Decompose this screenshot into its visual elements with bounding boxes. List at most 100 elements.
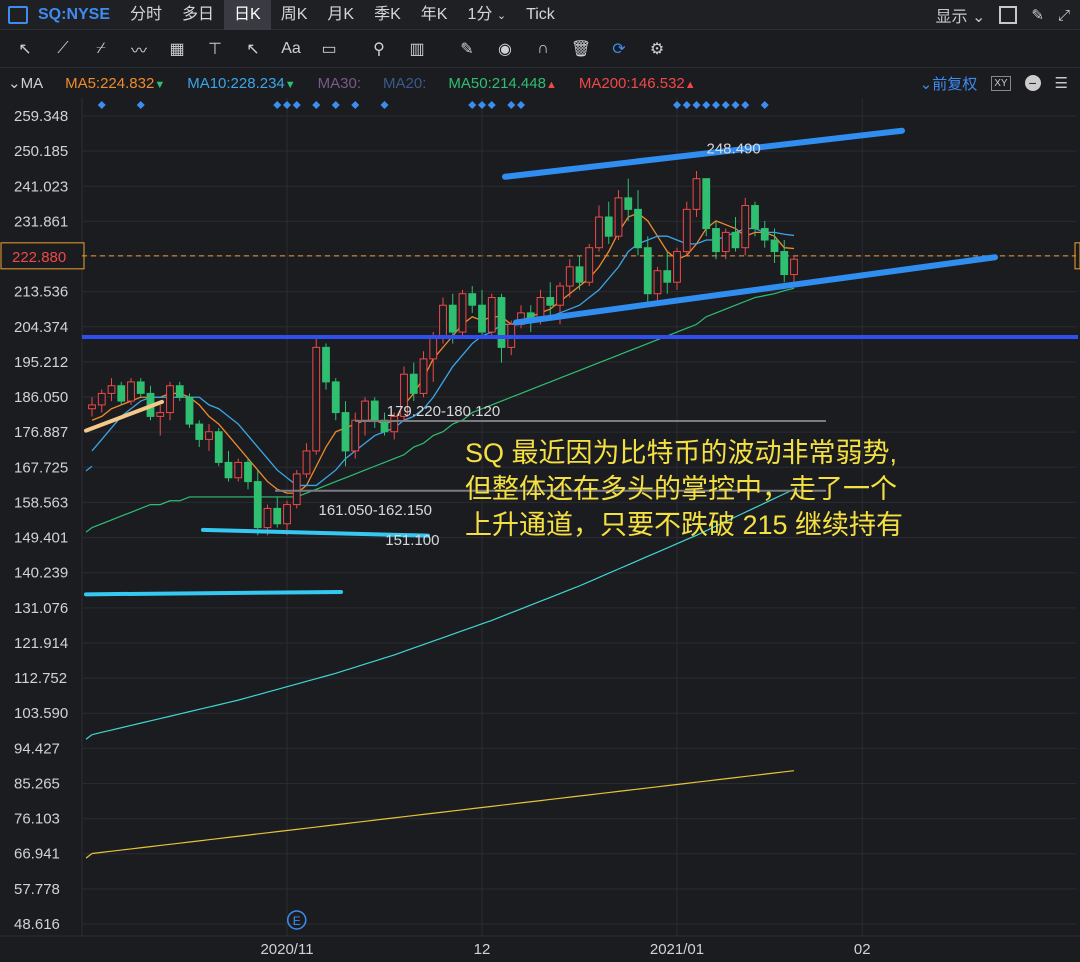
display-menu[interactable]: 显示 ⌄ [936,3,986,27]
tab-period-5[interactable]: 季K [364,0,411,30]
ma-line-ext [85,734,93,740]
candle-body [468,293,477,306]
magnet-icon[interactable]: ∩ [530,36,556,62]
y-tick-label: 121.914 [14,635,68,652]
y-tick-label: 213.536 [14,284,68,301]
tab-period-2[interactable]: 日K [224,0,271,30]
ma-legend-value: MA10:228.234 [187,74,285,92]
candle-body [624,197,633,210]
comment-tool-icon[interactable]: ▭ [316,36,342,62]
eye-icon[interactable]: ◉ [492,36,518,62]
line-tool-icon[interactable]: ⟋ [50,36,76,62]
minute-select[interactable]: 1分 ⌄ [457,0,516,30]
signal-diamond [760,101,769,109]
y-tick-label: 250.185 [14,143,68,160]
candle-body [302,450,311,475]
candle-body [88,404,96,410]
signal-diamond [273,101,282,109]
symbol-title[interactable]: SQ:NYSE [38,6,110,24]
x-tick-label: 2020/11 [260,941,313,958]
tab-period-3[interactable]: 周K [271,0,318,30]
adjust-select[interactable]: ⌄前复权 [920,73,978,94]
candle-body [653,270,662,295]
candle-body [185,396,194,425]
candle-body [166,385,174,414]
hline-tool-icon[interactable]: ⊤ [202,36,228,62]
y-tick-label: 241.023 [14,178,68,195]
tab-period-4[interactable]: 月K [317,0,364,30]
tick-tab[interactable]: Tick [516,0,565,30]
candle-body [575,266,584,283]
price-level-label: 179.220-180.120 [387,403,500,420]
candle-body [760,228,769,241]
candle-body [341,412,350,452]
text-tool-icon[interactable]: Aa [278,36,304,62]
candle-body [682,208,691,253]
gear-icon[interactable]: ⚙ [644,36,670,62]
trash-icon[interactable]: 🗑 [568,36,594,62]
y-tick-label: 204.374 [14,319,68,336]
signal-diamond [741,101,750,109]
wave-tool-icon[interactable]: 〰 [126,36,152,62]
menu-icon[interactable]: ☰ [1055,74,1068,92]
sidebar-toggle-icon[interactable] [8,5,28,24]
xy-icon[interactable]: XY [991,75,1011,91]
candle-body [487,297,496,333]
pen-icon[interactable]: ✎ [454,36,480,62]
candle-body [614,197,623,237]
candle-body [283,504,291,525]
ma-legend-item[interactable]: MA200:146.532▲ [579,75,696,92]
minus-circle-icon[interactable]: − [1024,75,1041,91]
channel-tool-icon[interactable]: ⌿ [88,36,114,62]
fullscreen-icon[interactable]: ⤢ [1058,7,1070,24]
ma-toggle[interactable]: ⌄MA [8,74,43,92]
signal-diamond [517,101,525,109]
signal-diamond [97,101,106,109]
candle-body [253,481,262,529]
candle-body [107,385,116,394]
ma-legend-item[interactable]: MA10:228.234▼ [187,75,295,92]
ma-legend-item[interactable]: MA30: [318,75,361,92]
indicator-icon[interactable]: ▥ [404,36,430,62]
candle-body [312,346,321,452]
ma-legend-item[interactable]: MA20: [383,75,426,92]
ma-legend-value: MA200:146.532 [578,74,685,92]
square-select-icon[interactable] [999,6,1018,24]
cursor-icon[interactable]: ↖ [12,36,38,62]
candle-body [663,270,672,283]
x-tick-label: 12 [474,941,491,958]
fib-tool-icon[interactable]: ▦ [164,36,190,62]
candle-body [497,297,506,348]
candle-body [331,381,340,414]
candle-body [790,258,798,276]
price-level-label: 248.490 [707,141,761,158]
candle-body [322,346,330,383]
signal-diamond [380,101,389,109]
candle-body [351,419,360,452]
annotation-text-line: SQ 最近因为比特币的波动非常弱势, [465,438,897,468]
ma-legend-item[interactable]: MA5:224.832▼ [65,75,165,92]
candle-body [458,293,467,333]
signal-diamond [673,101,681,109]
y-tick-label: 195.212 [14,354,68,371]
search-icon[interactable]: ⚲ [366,36,392,62]
candle-body [273,507,282,525]
tab-period-1[interactable]: 多日 [172,0,224,30]
tab-period-6[interactable]: 年K [411,0,458,30]
ma-label: MA [20,75,44,92]
sync-icon[interactable]: ⟳ [606,36,632,62]
candle-body [546,297,555,306]
y-tick-label: 176.887 [14,424,68,441]
y-tick-label: 103.590 [14,705,68,722]
pen-style-icon[interactable]: ✎ [1031,6,1044,24]
y-tick-label: 140.239 [14,565,68,582]
y-tick-label: 57.778 [14,881,60,898]
top-bar: SQ:NYSE 分时 多日 日K 周K 月K 季K 年K 1分 ⌄ Tick 显示 ⌄ ✎ … [0,0,1080,30]
arrow-tool-icon[interactable]: ↖ [240,36,266,62]
tab-period-0[interactable]: 分时 [120,0,172,30]
candle-body [205,431,213,440]
candle-body [595,216,603,249]
ma-legend-item[interactable]: MA50:214.448▲ [448,75,556,92]
candlestick-chart[interactable]: 259.348 250.185 241.023 231.861 213.536 204.3… [0,98,1080,962]
signal-diamond [731,101,740,109]
